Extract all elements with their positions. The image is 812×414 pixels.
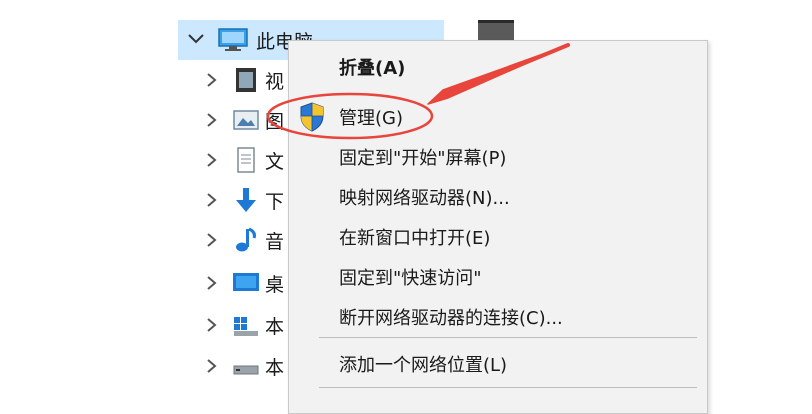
tree-item-drive[interactable]: 本 [200,346,290,386]
chevron-right-icon[interactable] [204,190,220,210]
tree-item-label: 本 [265,316,285,338]
menu-separator [319,337,697,338]
chevron-right-icon[interactable] [204,230,220,250]
context-menu: 折叠(A) 管理(G) 固定到"开始"屏幕(P) 映射网络驱动器(N)... 在… [288,40,708,414]
documents-folder-icon [237,147,255,173]
tree-item-label: 本 [265,357,285,379]
menu-item-label: 映射网络驱动器(N)... [339,188,510,209]
tree-item-label: 文 [265,151,285,173]
menu-item-collapse[interactable]: 折叠(A) [289,47,707,87]
menu-item-pin-quick-access[interactable]: 固定到"快速访问" [289,257,707,297]
local-disk-icon [234,317,258,336]
menu-item-label: 添加一个网络位置(L) [339,355,508,376]
tree-item-local-disk[interactable]: 本 [200,305,290,345]
downloads-folder-icon [236,188,256,212]
menu-item-add-network-location[interactable]: 添加一个网络位置(L) [289,344,707,384]
menu-item-pin-start[interactable]: 固定到"开始"屏幕(P) [289,137,707,177]
music-folder-icon [236,227,256,252]
tree-item-documents[interactable]: 文 [200,140,290,180]
uac-shield-icon [300,102,324,132]
tree-item-desktop[interactable]: 桌 [200,263,290,303]
menu-separator [319,387,697,388]
tree-item-label: 桌 [265,274,285,296]
menu-item-label: 在新窗口中打开(E) [339,228,491,249]
tree-item-label: 音 [265,231,285,253]
video-folder-icon [236,68,256,92]
tree-item-music[interactable]: 音 [200,220,290,260]
menu-item-label: 固定到"开始"屏幕(P) [339,148,507,169]
menu-item-label: 固定到"快速访问" [339,268,482,289]
pictures-folder-icon [233,110,259,130]
chevron-down-icon[interactable] [186,29,206,49]
desktop-folder-icon [233,273,259,291]
menu-item-map-drive[interactable]: 映射网络驱动器(N)... [289,177,707,217]
chevron-right-icon[interactable] [204,70,220,90]
computer-icon [218,28,248,51]
menu-item-label: 断开网络驱动器的连接(C)... [339,308,563,329]
tree-item-label: 图 [265,111,285,133]
tree-item-label: 视 [265,71,285,93]
chevron-right-icon[interactable] [204,315,220,335]
tree-item-downloads[interactable]: 下 [200,180,290,220]
tree-item-label: 下 [265,191,285,213]
menu-item-manage[interactable]: 管理(G) [289,97,707,137]
tree-item-videos[interactable]: 视 [200,60,290,100]
chevron-right-icon[interactable] [204,150,220,170]
drive-icon [233,365,259,375]
menu-item-open-new-window[interactable]: 在新窗口中打开(E) [289,217,707,257]
menu-item-label: 折叠(A) [339,58,406,79]
menu-item-label: 管理(G) [339,108,403,129]
tree-item-pictures[interactable]: 图 [200,100,290,140]
chevron-right-icon[interactable] [204,356,220,376]
chevron-right-icon[interactable] [204,273,220,293]
menu-item-disconnect-drive[interactable]: 断开网络驱动器的连接(C)... [289,297,707,337]
chevron-right-icon[interactable] [204,110,220,130]
